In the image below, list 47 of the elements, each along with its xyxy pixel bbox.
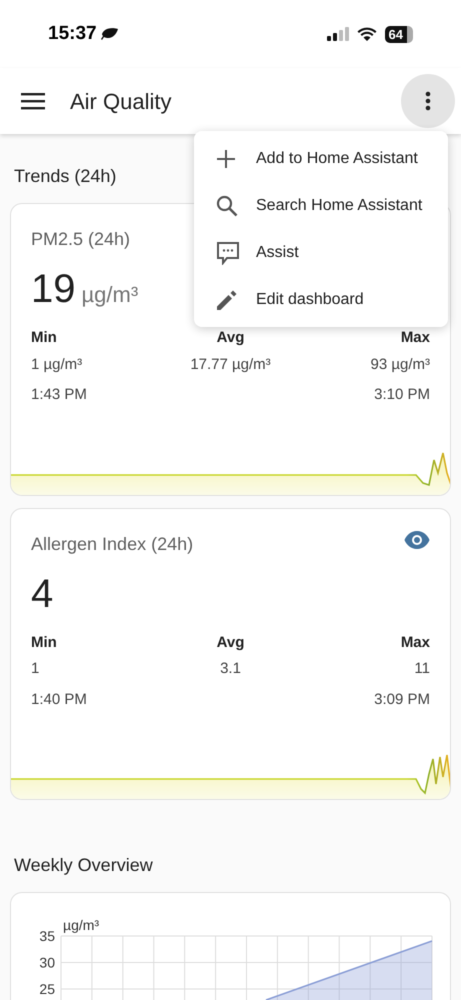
pencil-icon — [216, 288, 238, 310]
stat-label: Avg — [216, 632, 244, 652]
status-time: 15:37 — [48, 22, 97, 46]
stat-value: 1 µg/m³ — [31, 354, 82, 374]
stat-label: Avg — [216, 328, 244, 348]
more-icon — [425, 91, 431, 111]
menu-item[interactable]: Add to Home Assistant — [194, 135, 448, 182]
sensor-value: 19 — [31, 266, 76, 313]
stat-time: 1:43 PM — [31, 385, 87, 405]
section-title: Weekly Overview — [13, 854, 154, 877]
menu-item[interactable]: Edit dashboard — [194, 276, 448, 323]
stat-time: 3:09 PM — [374, 690, 430, 710]
wifi-icon — [356, 27, 377, 41]
unit-label: µg/m³ — [82, 281, 138, 309]
menu-item-label: Assist — [256, 242, 299, 262]
menu-item[interactable]: Assist — [194, 229, 448, 276]
eye-icon — [404, 530, 430, 548]
menu-item-label: Edit dashboard — [256, 290, 364, 310]
sensor-card[interactable]: Allergen Index (24h) 4 Min 1 1:40 PM Avg 3.1 Max 11 3:09 PM — [10, 508, 451, 800]
page-title: Air Quality — [70, 88, 172, 116]
stat-label: Max — [400, 632, 430, 652]
stat-value: 93 µg/m³ — [370, 354, 430, 374]
section-title: Trends (24h) — [13, 165, 118, 188]
axis-tick-label: 35 — [39, 928, 55, 944]
plus-icon — [216, 148, 236, 168]
card-title: Allergen Index (24h) — [31, 532, 194, 556]
card-title: PM2.5 (24h) — [31, 228, 130, 251]
stat-value: 11 — [414, 659, 430, 679]
stat-time: 1:40 PM — [31, 690, 87, 710]
menu-item-label: Add to Home Assistant — [256, 148, 418, 168]
axis-tick-label: 30 — [39, 954, 55, 970]
stat-label: Min — [31, 328, 57, 348]
signal-icon — [326, 27, 349, 41]
leaf-icon — [100, 27, 119, 41]
stat-value: 17.77 µg/m³ — [190, 354, 271, 374]
battery-indicator: 64 — [384, 26, 413, 42]
stat-time: 3:10 PM — [374, 385, 430, 405]
menu-icon — [21, 92, 45, 110]
chat-icon — [216, 240, 240, 264]
stat-label: Max — [400, 328, 430, 348]
search-icon — [216, 194, 238, 216]
stat-value: 1 — [31, 659, 40, 679]
stat-value: 3.1 — [220, 659, 241, 679]
axis-tick-label: 25 — [39, 981, 55, 997]
sensor-value: 4 — [31, 570, 54, 618]
axis-unit-label: µg/m³ — [63, 917, 100, 933]
stat-label: Min — [31, 632, 57, 652]
